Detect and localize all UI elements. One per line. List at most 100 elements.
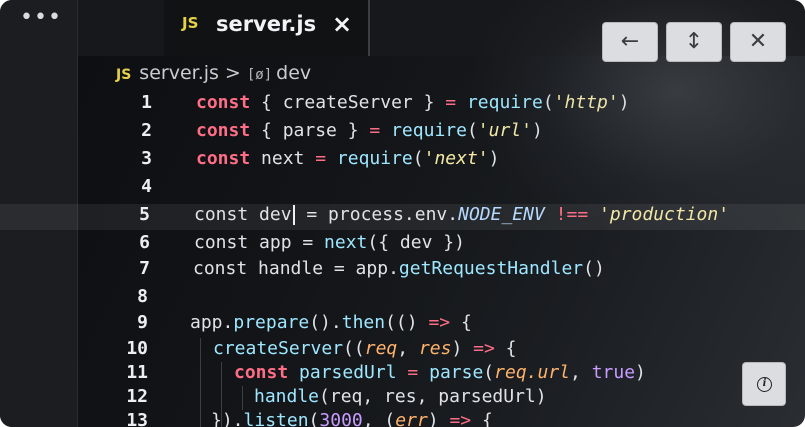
code-token: , ( [362,410,396,427]
code-token: ( [542,92,554,113]
line-number: 9 [137,312,148,333]
code-token: { [494,338,517,359]
line-number: 3 [141,148,152,169]
code-line[interactable]: 8 [0,286,805,312]
code-line[interactable]: 10 createServer((req, res) => { [0,338,805,364]
code-line[interactable]: 3 const next = require('next') [0,148,805,174]
text-cursor [292,205,295,225]
breadcrumb: JS server.js > [ø] dev [116,62,311,88]
code-token: const [196,92,262,113]
code-token: app. [190,312,234,333]
code-token: (( [343,338,365,359]
code-token: , [397,338,419,359]
code-token: const dev [194,204,292,225]
code-line[interactable]: 12 handle(req, res, parsedUrl) [0,386,805,412]
tab-server-js[interactable]: JS server.js × [164,0,370,56]
tab-label: server.js [216,12,317,36]
code-text: }).listen(3000, (err) => { [211,410,493,427]
code-line[interactable]: 2 const { parse } = require('url') [0,120,805,146]
code-token: () [583,258,605,279]
code-line[interactable]: 6 const app = next({ dev }) [0,232,805,258]
code-token: = [407,362,419,383]
code-token: true [591,362,636,383]
code-token: = [445,92,467,113]
code-token: ) [635,362,646,383]
line-number: 7 [139,258,150,279]
code-token: (req, res, parsedUrl) [319,386,547,407]
arrow-left-icon: ← [620,29,640,54]
code-token: = process.env. [295,204,459,225]
code-token: NODE_ENV [458,204,545,225]
code-text: const { createServer } = require('http') [196,92,630,113]
code-line[interactable]: 11 const parsedUrl = parse(req.url, true) [0,362,805,388]
code-text: const parsedUrl = parse(req.url, true) [234,362,646,383]
back-button[interactable]: ← [602,22,658,62]
code-token: => [449,410,472,427]
javascript-file-icon: JS [116,67,132,83]
indent-guide [221,362,222,427]
code-token: , [570,362,592,383]
code-text: createServer((req, res) => { [213,338,517,359]
code-token: { [471,410,493,427]
code-text: const { parse } = require('url') [196,120,543,141]
code-token: 3000 [319,410,363,427]
code-token: 'url' [477,120,532,141]
close-icon: ✕ [748,29,768,54]
code-token: listen [243,410,309,427]
code-token: !== [555,204,589,225]
code-token: require [466,92,543,113]
code-text: const app = next({ dev }) [194,232,465,253]
line-number: 2 [141,120,152,141]
code-line[interactable]: 7 const handle = app.getRequestHandler() [0,258,805,284]
code-token: => [428,312,451,333]
code-token: getRequestHandler [398,258,584,279]
code-token: => [473,338,495,359]
expand-button[interactable]: ↕ [666,22,722,62]
code-token: ( [466,120,478,141]
breadcrumb-symbol[interactable]: dev [276,62,311,84]
line-number: 5 [139,204,150,225]
breadcrumb-file[interactable]: server.js [139,62,219,84]
line-number: 11 [126,362,148,383]
line-number: 13 [126,410,148,427]
code-line[interactable]: 9 app.prepare().then(() => { [0,312,805,338]
code-token: const [234,362,300,383]
code-token: createServer [213,338,344,359]
code-line[interactable]: 1 const { createServer } = require('http'… [0,92,805,118]
line-number: 1 [141,92,152,113]
javascript-file-icon: JS [182,14,199,32]
code-editor[interactable]: 1 const { createServer } = require('http'… [0,92,805,427]
line-number: 6 [139,232,150,253]
line-number: 4 [141,176,152,197]
photo-frame: ••• JS server.js × JS server.js > [ø] dev 1c… [0,0,805,427]
code-token: 'production' [599,204,730,225]
code-token: { createServer } [261,92,446,113]
code-token: ( [412,148,424,169]
tab-close-icon[interactable]: × [332,10,352,38]
code-text: const handle = app.getRequestHandler() [193,258,605,279]
code-token: err [395,410,428,427]
code-line[interactable]: 4 [0,176,805,202]
code-token: const app = [194,232,325,253]
code-line[interactable]: 5 const dev = process.env.NODE_ENV !== 'p… [0,204,805,230]
variable-symbol-icon: [ø] [246,67,273,83]
code-token: { [450,312,472,333]
code-token: }). [211,410,244,427]
info-icon: i [757,377,772,392]
more-horizontal-icon[interactable]: ••• [20,7,62,29]
info-button[interactable]: i [742,362,786,406]
code-token: res [418,338,452,359]
code-token: next [324,232,368,253]
indent-guide [200,338,201,427]
line-number: 12 [126,386,148,407]
code-token: const handle = app. [193,258,399,279]
close-button[interactable]: ✕ [730,22,786,62]
line-number: 10 [126,338,148,359]
code-token: = [315,148,337,169]
code-token: then [341,312,386,333]
code-text: handle(req, res, parsedUrl) [254,386,547,407]
code-line[interactable]: 13 }).listen(3000, (err) => { [0,410,805,427]
